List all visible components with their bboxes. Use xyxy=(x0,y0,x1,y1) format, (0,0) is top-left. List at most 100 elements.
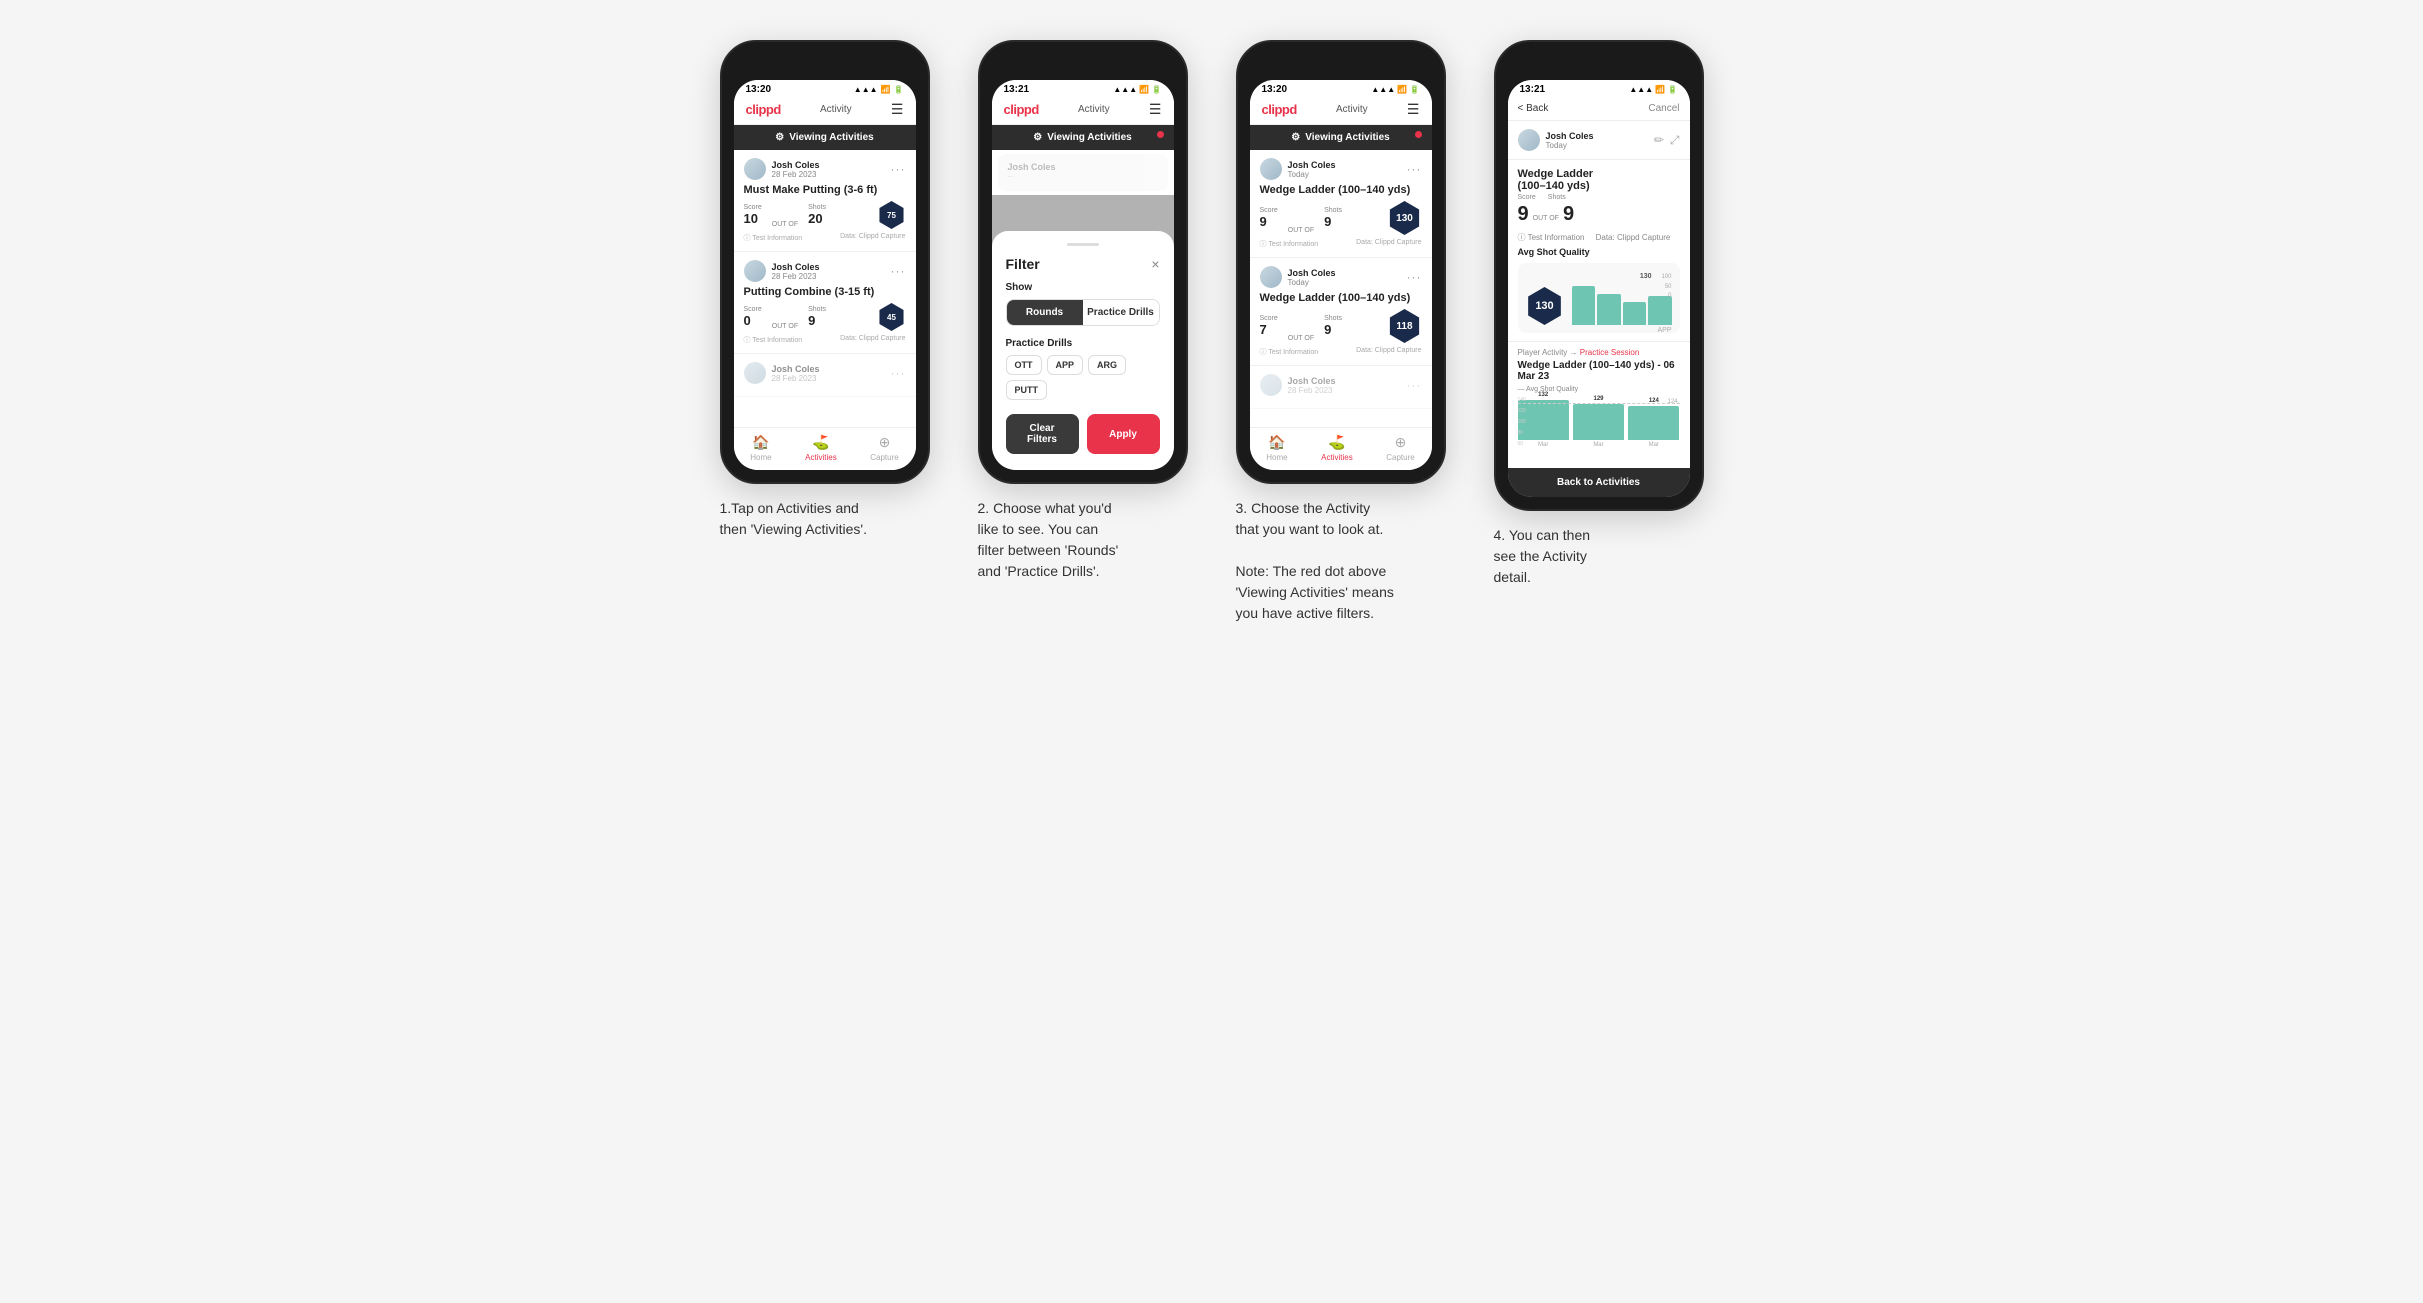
filter-toggle-drills[interactable]: Practice Drills xyxy=(1083,300,1159,325)
p3-card-3-header: Josh Coles 28 Feb 2023 ··· xyxy=(1260,374,1422,396)
phone-3-banner-label: Viewing Activities xyxy=(1305,132,1389,143)
phone-2-col: 13:21 ▲▲▲ 📶 🔋 clippd Activity ☰ ⚙ Viewin… xyxy=(968,40,1198,582)
card-1-dots[interactable]: ··· xyxy=(891,162,906,176)
filter-close-btn[interactable]: × xyxy=(1151,256,1159,272)
card-1-stats: Score 10 OUT OF Shots 20 75 xyxy=(744,201,906,229)
filter-drills-label: Practice Drills xyxy=(1006,338,1160,349)
card-3-dots[interactable]: ··· xyxy=(891,366,906,380)
pa-link[interactable]: Practice Session xyxy=(1580,348,1640,357)
card-2-dots[interactable]: ··· xyxy=(891,264,906,278)
card-1-out-of: OUT OF xyxy=(772,221,798,229)
detail-shots-label: Shots xyxy=(1548,194,1566,201)
card-2-avatar-name: Josh Coles 28 Feb 2023 xyxy=(744,260,820,282)
p3-nav-capture[interactable]: ⊕ Capture xyxy=(1386,434,1414,462)
card-1-title: Must Make Putting (3-6 ft) xyxy=(744,184,906,196)
p3-card-2-dots[interactable]: ··· xyxy=(1407,270,1422,284)
phone-4-user-info: Josh Coles Today xyxy=(1518,129,1594,151)
drill-tag-putt[interactable]: PUTT xyxy=(1006,380,1048,400)
card-1-quality-badge: 75 xyxy=(878,201,906,229)
phone-1-card-2[interactable]: Josh Coles 28 Feb 2023 ··· Putting Combi… xyxy=(734,252,916,354)
phone-1-status-bar: 13:20 ▲▲▲ 📶 🔋 xyxy=(734,80,916,97)
phone-4-detail-header: < Back Cancel xyxy=(1508,97,1690,121)
phone-3-card-3[interactable]: Josh Coles 28 Feb 2023 ··· xyxy=(1250,366,1432,409)
p3-card-1-shots-group: Shots 9 xyxy=(1324,207,1342,229)
p3-card-1-user-name: Josh Coles xyxy=(1288,160,1336,170)
chart-area: 130 100 50 0 xyxy=(1518,263,1680,333)
y-axis: 140 120 100 80 60 xyxy=(1518,397,1526,447)
p3-card-2-avatar xyxy=(1260,266,1282,288)
detail-out-of: OUT OF xyxy=(1533,215,1559,222)
phone-3-viewing-banner[interactable]: ⚙ Viewing Activities xyxy=(1250,125,1432,150)
phone-4-status-icons: ▲▲▲ 📶 🔋 xyxy=(1629,85,1677,94)
card-3-header: Josh Coles 28 Feb 2023 ··· xyxy=(744,362,906,384)
phone-1-card-3[interactable]: Josh Coles 28 Feb 2023 ··· xyxy=(734,354,916,397)
card-2-info-right: Data: Clippd Capture xyxy=(840,335,905,345)
p3-card-2-header: Josh Coles Today ··· xyxy=(1260,266,1422,288)
cancel-button[interactable]: Cancel xyxy=(1648,103,1679,114)
card-1-shots-label: Shots xyxy=(808,204,826,211)
bar-x-1: Mar xyxy=(1538,442,1548,448)
nav-home[interactable]: 🏠 Home xyxy=(750,434,771,462)
chart-bar-3 xyxy=(1623,302,1647,325)
drill-tag-arg[interactable]: ARG xyxy=(1088,355,1126,375)
card-3-user-date: 28 Feb 2023 xyxy=(772,374,820,383)
expand-icon[interactable]: ⤢ xyxy=(1670,133,1680,148)
back-button[interactable]: < Back xyxy=(1518,103,1549,114)
apply-filters-btn[interactable]: Apply xyxy=(1087,414,1160,454)
card-1-info-left: ⓘ Test Information xyxy=(744,233,803,243)
caption-4: 4. You can thensee the Activitydetail. xyxy=(1494,525,1704,588)
card-1-shots-value: 20 xyxy=(808,211,826,226)
p3-nav-activities[interactable]: ⛳ Activities xyxy=(1321,434,1353,462)
phone-1-card-1[interactable]: Josh Coles 28 Feb 2023 ··· Must Make Put… xyxy=(734,150,916,252)
bar-value-1: 132 xyxy=(1538,392,1548,398)
phone-3-card-2[interactable]: Josh Coles Today ··· Wedge Ladder (100–1… xyxy=(1250,258,1432,366)
phone-2-screen: 13:21 ▲▲▲ 📶 🔋 clippd Activity ☰ ⚙ Viewin… xyxy=(992,80,1174,470)
edit-icon[interactable]: ✏ xyxy=(1654,133,1664,148)
p3-card-3-dots[interactable]: ··· xyxy=(1407,378,1422,392)
phone-4-frame: 13:21 ▲▲▲ 📶 🔋 < Back Cancel Josh Coles xyxy=(1494,40,1704,511)
card-3-avatar-name: Josh Coles 28 Feb 2023 xyxy=(744,362,820,384)
phone-1-status-icons: ▲▲▲ 📶 🔋 xyxy=(854,85,904,94)
phones-row: 13:20 ▲▲▲ 📶 🔋 clippd Activity ☰ ⚙ Vi xyxy=(710,40,1714,624)
p3-card-2-score-label: Score xyxy=(1260,315,1278,322)
drill-tag-ott[interactable]: OTT xyxy=(1006,355,1042,375)
p3-card-1-dots[interactable]: ··· xyxy=(1407,162,1422,176)
phone-2-viewing-banner[interactable]: ⚙ Viewing Activities xyxy=(992,125,1174,150)
drill-tags-row: OTT APP ARG PUTT xyxy=(1006,355,1160,400)
p3-card-3-user-info: Josh Coles 28 Feb 2023 xyxy=(1288,376,1336,395)
p3-card-1-user-info: Josh Coles Today xyxy=(1288,160,1336,179)
phone-2-nav-center: Activity xyxy=(1078,104,1110,115)
card-2-shots-group: Shots 9 xyxy=(808,306,826,328)
avg-shot-quality-label: Avg Shot Quality xyxy=(1518,247,1680,257)
phone-1-hamburger[interactable]: ☰ xyxy=(891,101,904,118)
dashed-value: 124 xyxy=(1667,399,1677,405)
card-1-user-date: 28 Feb 2023 xyxy=(772,170,820,179)
card-2-info-left: ⓘ Test Information xyxy=(744,335,803,345)
phone-4-status-bar: 13:21 ▲▲▲ 📶 🔋 xyxy=(1508,80,1690,97)
drill-tag-app[interactable]: APP xyxy=(1047,355,1084,375)
nav-capture[interactable]: ⊕ Capture xyxy=(870,434,898,462)
phone-3-status-bar: 13:20 ▲▲▲ 📶 🔋 xyxy=(1250,80,1432,97)
phone-2-modal-overlay: Filter × Show Rounds Practice Drills Pra… xyxy=(992,195,1174,470)
clear-filters-btn[interactable]: Clear Filters xyxy=(1006,414,1079,454)
p3-card-2-score-group: Score 7 xyxy=(1260,315,1278,337)
p3-card-3-avatar-name: Josh Coles 28 Feb 2023 xyxy=(1260,374,1336,396)
p3-card-2-shots-group: Shots 9 xyxy=(1324,315,1342,337)
phone-3-frame: 13:20 ▲▲▲ 📶 🔋 clippd Activity ☰ ⚙ Viewin… xyxy=(1236,40,1446,484)
phone-3-card-1[interactable]: Josh Coles Today ··· Wedge Ladder (100–1… xyxy=(1250,150,1432,258)
phone-3-hamburger[interactable]: ☰ xyxy=(1407,101,1420,118)
nav-activities[interactable]: ⛳ Activities xyxy=(805,434,837,462)
p3-card-2-info-row: ⓘ Test Information Data: Clippd Capture xyxy=(1260,347,1422,357)
phone-1-viewing-banner[interactable]: ⚙ Viewing Activities xyxy=(734,125,916,150)
phone-2-hamburger[interactable]: ☰ xyxy=(1149,101,1162,118)
back-to-activities-btn[interactable]: Back to Activities xyxy=(1508,468,1690,497)
filter-toggle-row: Rounds Practice Drills xyxy=(1006,299,1160,326)
phone-3-red-dot xyxy=(1415,131,1422,138)
p3-nav-home[interactable]: 🏠 Home xyxy=(1266,434,1287,462)
card-2-avatar xyxy=(744,260,766,282)
filter-toggle-rounds[interactable]: Rounds xyxy=(1007,300,1083,325)
phone-2-logo: clippd xyxy=(1004,102,1039,117)
card-1-user-info: Josh Coles 28 Feb 2023 xyxy=(772,160,820,179)
card-3-avatar xyxy=(744,362,766,384)
card-2-info-row: ⓘ Test Information Data: Clippd Capture xyxy=(744,335,906,345)
